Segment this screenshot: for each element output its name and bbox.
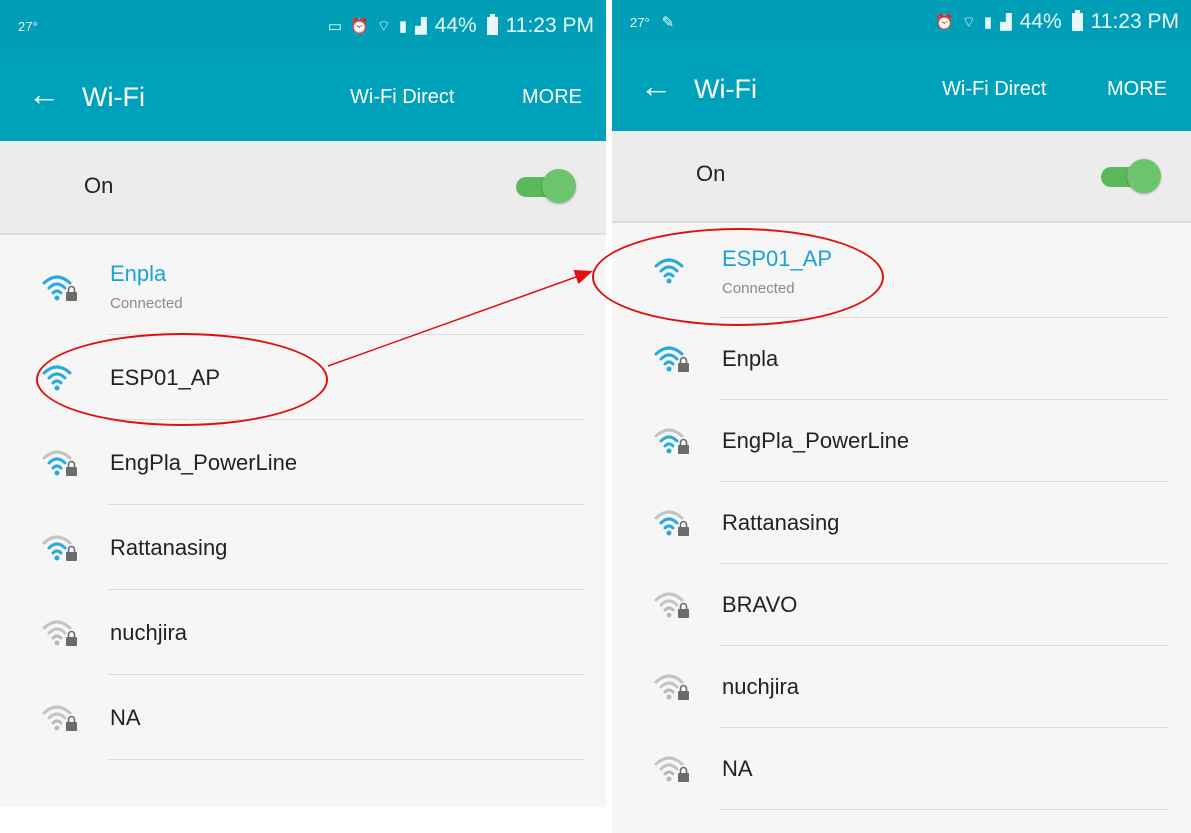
- annotation-arrow: [327, 270, 593, 367]
